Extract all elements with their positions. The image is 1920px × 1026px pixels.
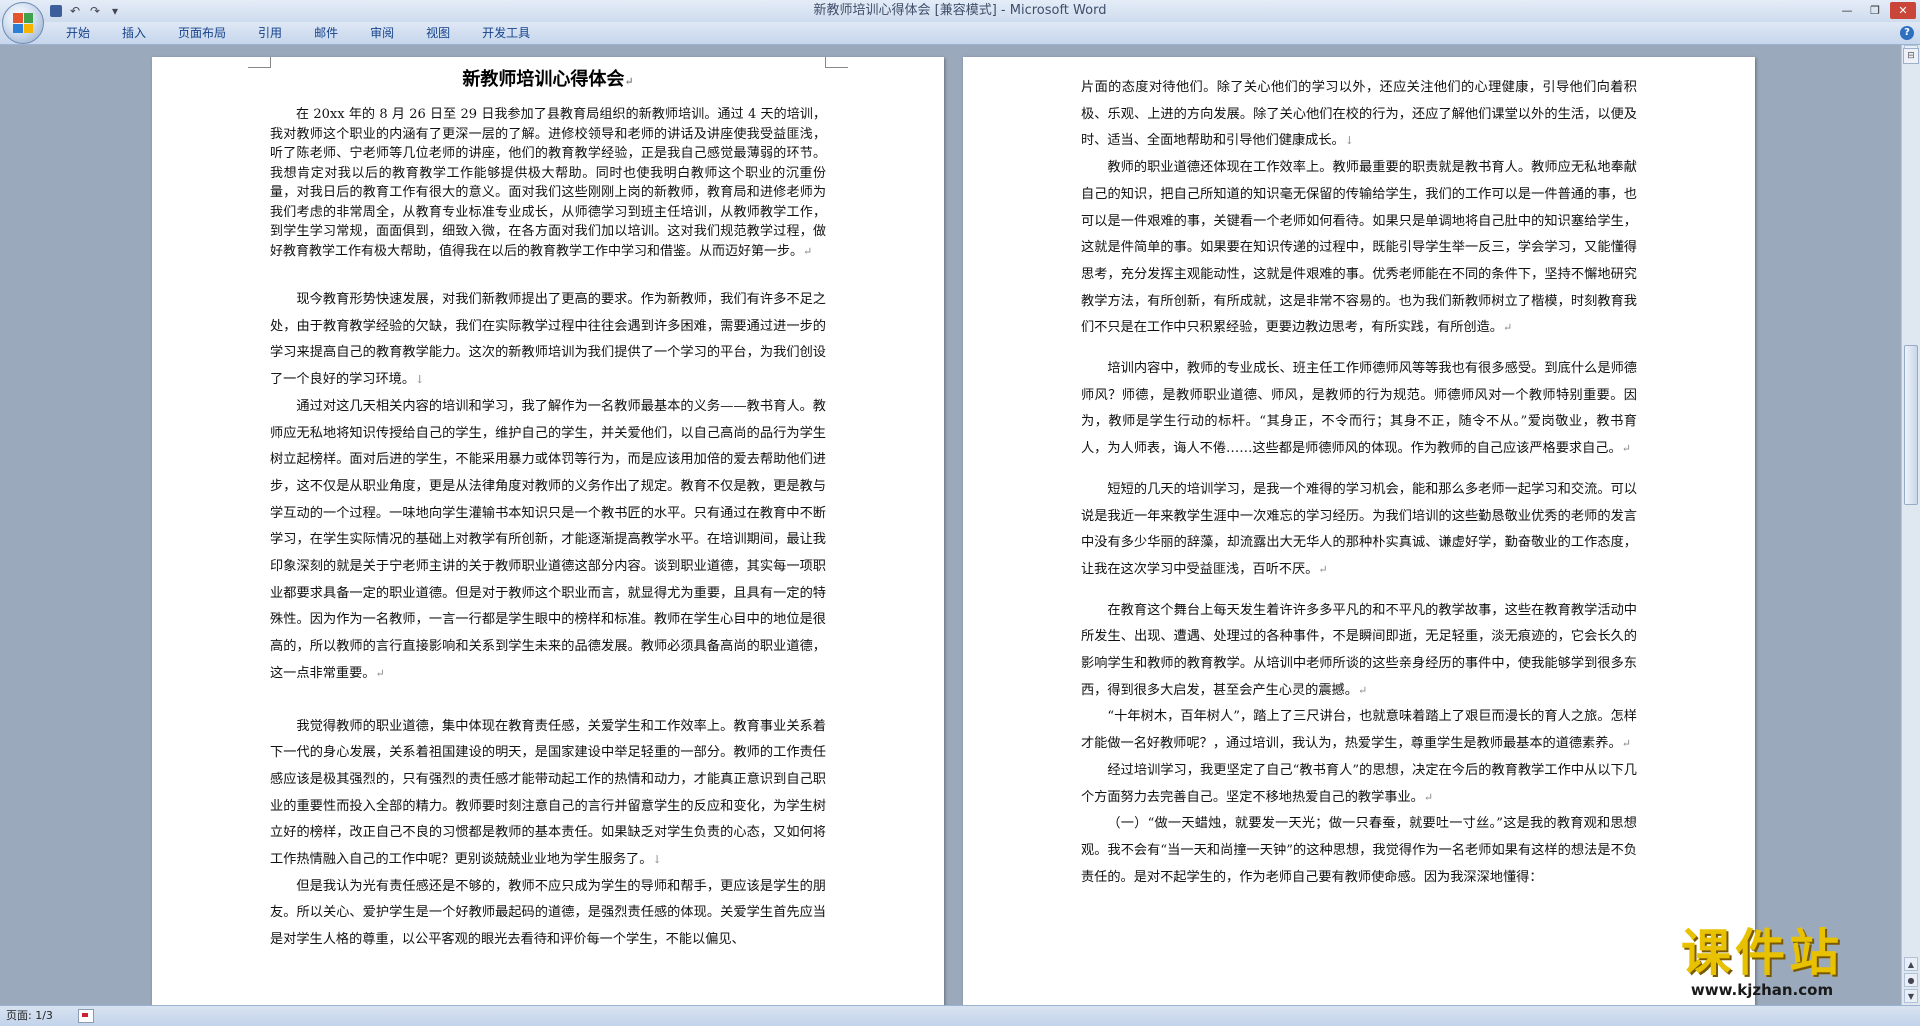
help-icon[interactable]: ? — [1900, 26, 1914, 40]
paragraph: 培训内容中，教师的专业成长、班主任工作师德师风等等我也有很多感受。到底什么是师德… — [1081, 361, 1637, 457]
watermark-url: www.kjzhan.com — [1690, 981, 1834, 999]
tab-6[interactable]: 视图 — [410, 22, 466, 44]
tab-4[interactable]: 邮件 — [298, 22, 354, 44]
paragraph: 片面的态度对待他们。除了关心他们的学习以外，还应关注他们的心理健康，引导他们向着… — [1081, 80, 1637, 149]
paragraph: 经过培训学习，我更坚定了自己“教书育人”的思想，决定在今后的教育教学工作中从以下… — [1081, 762, 1637, 805]
watermark-text: 课件站 — [1681, 924, 1843, 982]
tab-3[interactable]: 引用 — [242, 22, 298, 44]
ribbon-tabs: 开始 插入 页面布局 引用 邮件 审阅 视图 开发工具 — [50, 22, 546, 44]
paragraph: “十年树木，百年树人”，踏上了三尺讲台，也就意味着踏上了艰巨而漫长的育人之旅。怎… — [1081, 709, 1637, 752]
ribbon-tab-bar: 开始 插入 页面布局 引用 邮件 审阅 视图 开发工具 ? — [0, 22, 1920, 45]
paragraph: 在 20xx 年的 8 月 26 日至 29 日我参加了县教育局组织的新教师培训… — [270, 107, 826, 259]
page-2-text-area[interactable]: 片面的态度对待他们。除了关心他们的学习以外，还应关注他们的心理健康，引导他们向着… — [1081, 75, 1637, 891]
save-icon[interactable] — [50, 5, 62, 17]
redo-icon[interactable]: ↷ — [88, 4, 102, 18]
paragraph: 现今教育形势快速发展，对我们新教师提出了更高的要求。作为新教师，我们有许多不足之… — [270, 292, 826, 388]
tab-0[interactable]: 开始 — [50, 22, 106, 44]
paragraph: 但是我认为光有责任感还是不够的，教师不应只成为学生的导师和帮手，更应该是学生的朋… — [270, 878, 826, 948]
previous-page-icon[interactable]: ▲ — [1904, 957, 1918, 971]
office-button[interactable] — [2, 2, 44, 44]
close-icon[interactable]: ✕ — [1890, 2, 1916, 19]
proofing-icon[interactable] — [78, 1009, 94, 1023]
page-count[interactable]: 页面: 1/3 — [6, 1009, 53, 1023]
tab-1[interactable]: 插入 — [106, 22, 162, 44]
document-workspace: 新教师培训心得体会↵ 在 20xx 年的 8 月 26 日至 29 日我参加了县… — [0, 45, 1902, 1005]
document-title: 新教师培训心得体会↵ — [462, 69, 634, 90]
tab-5[interactable]: 审阅 — [354, 22, 410, 44]
paragraph: （一）“做一天蜡烛，就要发一天光；做一只春蚕，就要吐一寸丝。”这是我的教育观和思… — [1081, 816, 1637, 885]
title-bar: 新教师培训心得体会 [兼容模式] - Microsoft Word ↶ ↷ ▾ … — [0, 0, 1920, 22]
browse-object-icon[interactable]: ● — [1904, 973, 1918, 987]
paragraph: 短短的几天的培训学习，是我一个难得的学习机会，能和那么多老师一起学习和交流。可以… — [1081, 481, 1637, 577]
quick-access-toolbar: ↶ ↷ ▾ — [50, 3, 122, 19]
window-controls: — ❐ ✕ — [1834, 2, 1916, 19]
view-ruler-icon[interactable]: ⊟ — [1903, 48, 1919, 64]
page-2[interactable]: 片面的态度对待他们。除了关心他们的学习以外，还应关注他们的心理健康，引导他们向着… — [963, 57, 1755, 1005]
margin-corner-mark — [248, 57, 271, 68]
office-logo-icon — [13, 13, 33, 33]
page-1[interactable]: 新教师培训心得体会↵ 在 20xx 年的 8 月 26 日至 29 日我参加了县… — [152, 57, 944, 1005]
margin-corner-mark — [825, 57, 848, 68]
restore-icon[interactable]: ❐ — [1862, 2, 1888, 19]
undo-icon[interactable]: ↶ — [68, 4, 82, 18]
tab-7[interactable]: 开发工具 — [466, 22, 546, 44]
page-1-text-area[interactable]: 新教师培训心得体会↵ 在 20xx 年的 8 月 26 日至 29 日我参加了县… — [270, 65, 826, 954]
vertical-scrollbar[interactable]: ▲ ▲ ● ▼ — [1901, 45, 1920, 1005]
watermark-logo: 课件站 www.kjzhan.com — [1648, 925, 1876, 1005]
paragraph: 通过对这几天相关内容的培训和学习，我了解作为一名教师最基本的义务——教书育人。教… — [270, 398, 826, 681]
window-title: 新教师培训心得体会 [兼容模式] - Microsoft Word — [813, 3, 1107, 18]
tab-2[interactable]: 页面布局 — [162, 22, 242, 44]
status-bar: 页面: 1/3 — [0, 1005, 1920, 1026]
customize-qat-icon[interactable]: ▾ — [108, 4, 122, 18]
minimize-icon[interactable]: — — [1834, 2, 1860, 19]
next-page-icon[interactable]: ▼ — [1904, 989, 1918, 1003]
paragraph: 我觉得教师的职业道德，集中体现在教育责任感，关爱学生和工作效率上。教育事业关系着… — [270, 718, 826, 868]
paragraph: 在教育这个舞台上每天发生着许许多多平凡的和不平凡的教学故事，这些在教育教学活动中… — [1081, 602, 1637, 698]
scrollbar-thumb[interactable] — [1904, 345, 1918, 505]
paragraph: 教师的职业道德还体现在工作效率上。教师最重要的职责就是教书育人。教师应无私地奉献… — [1081, 160, 1637, 336]
